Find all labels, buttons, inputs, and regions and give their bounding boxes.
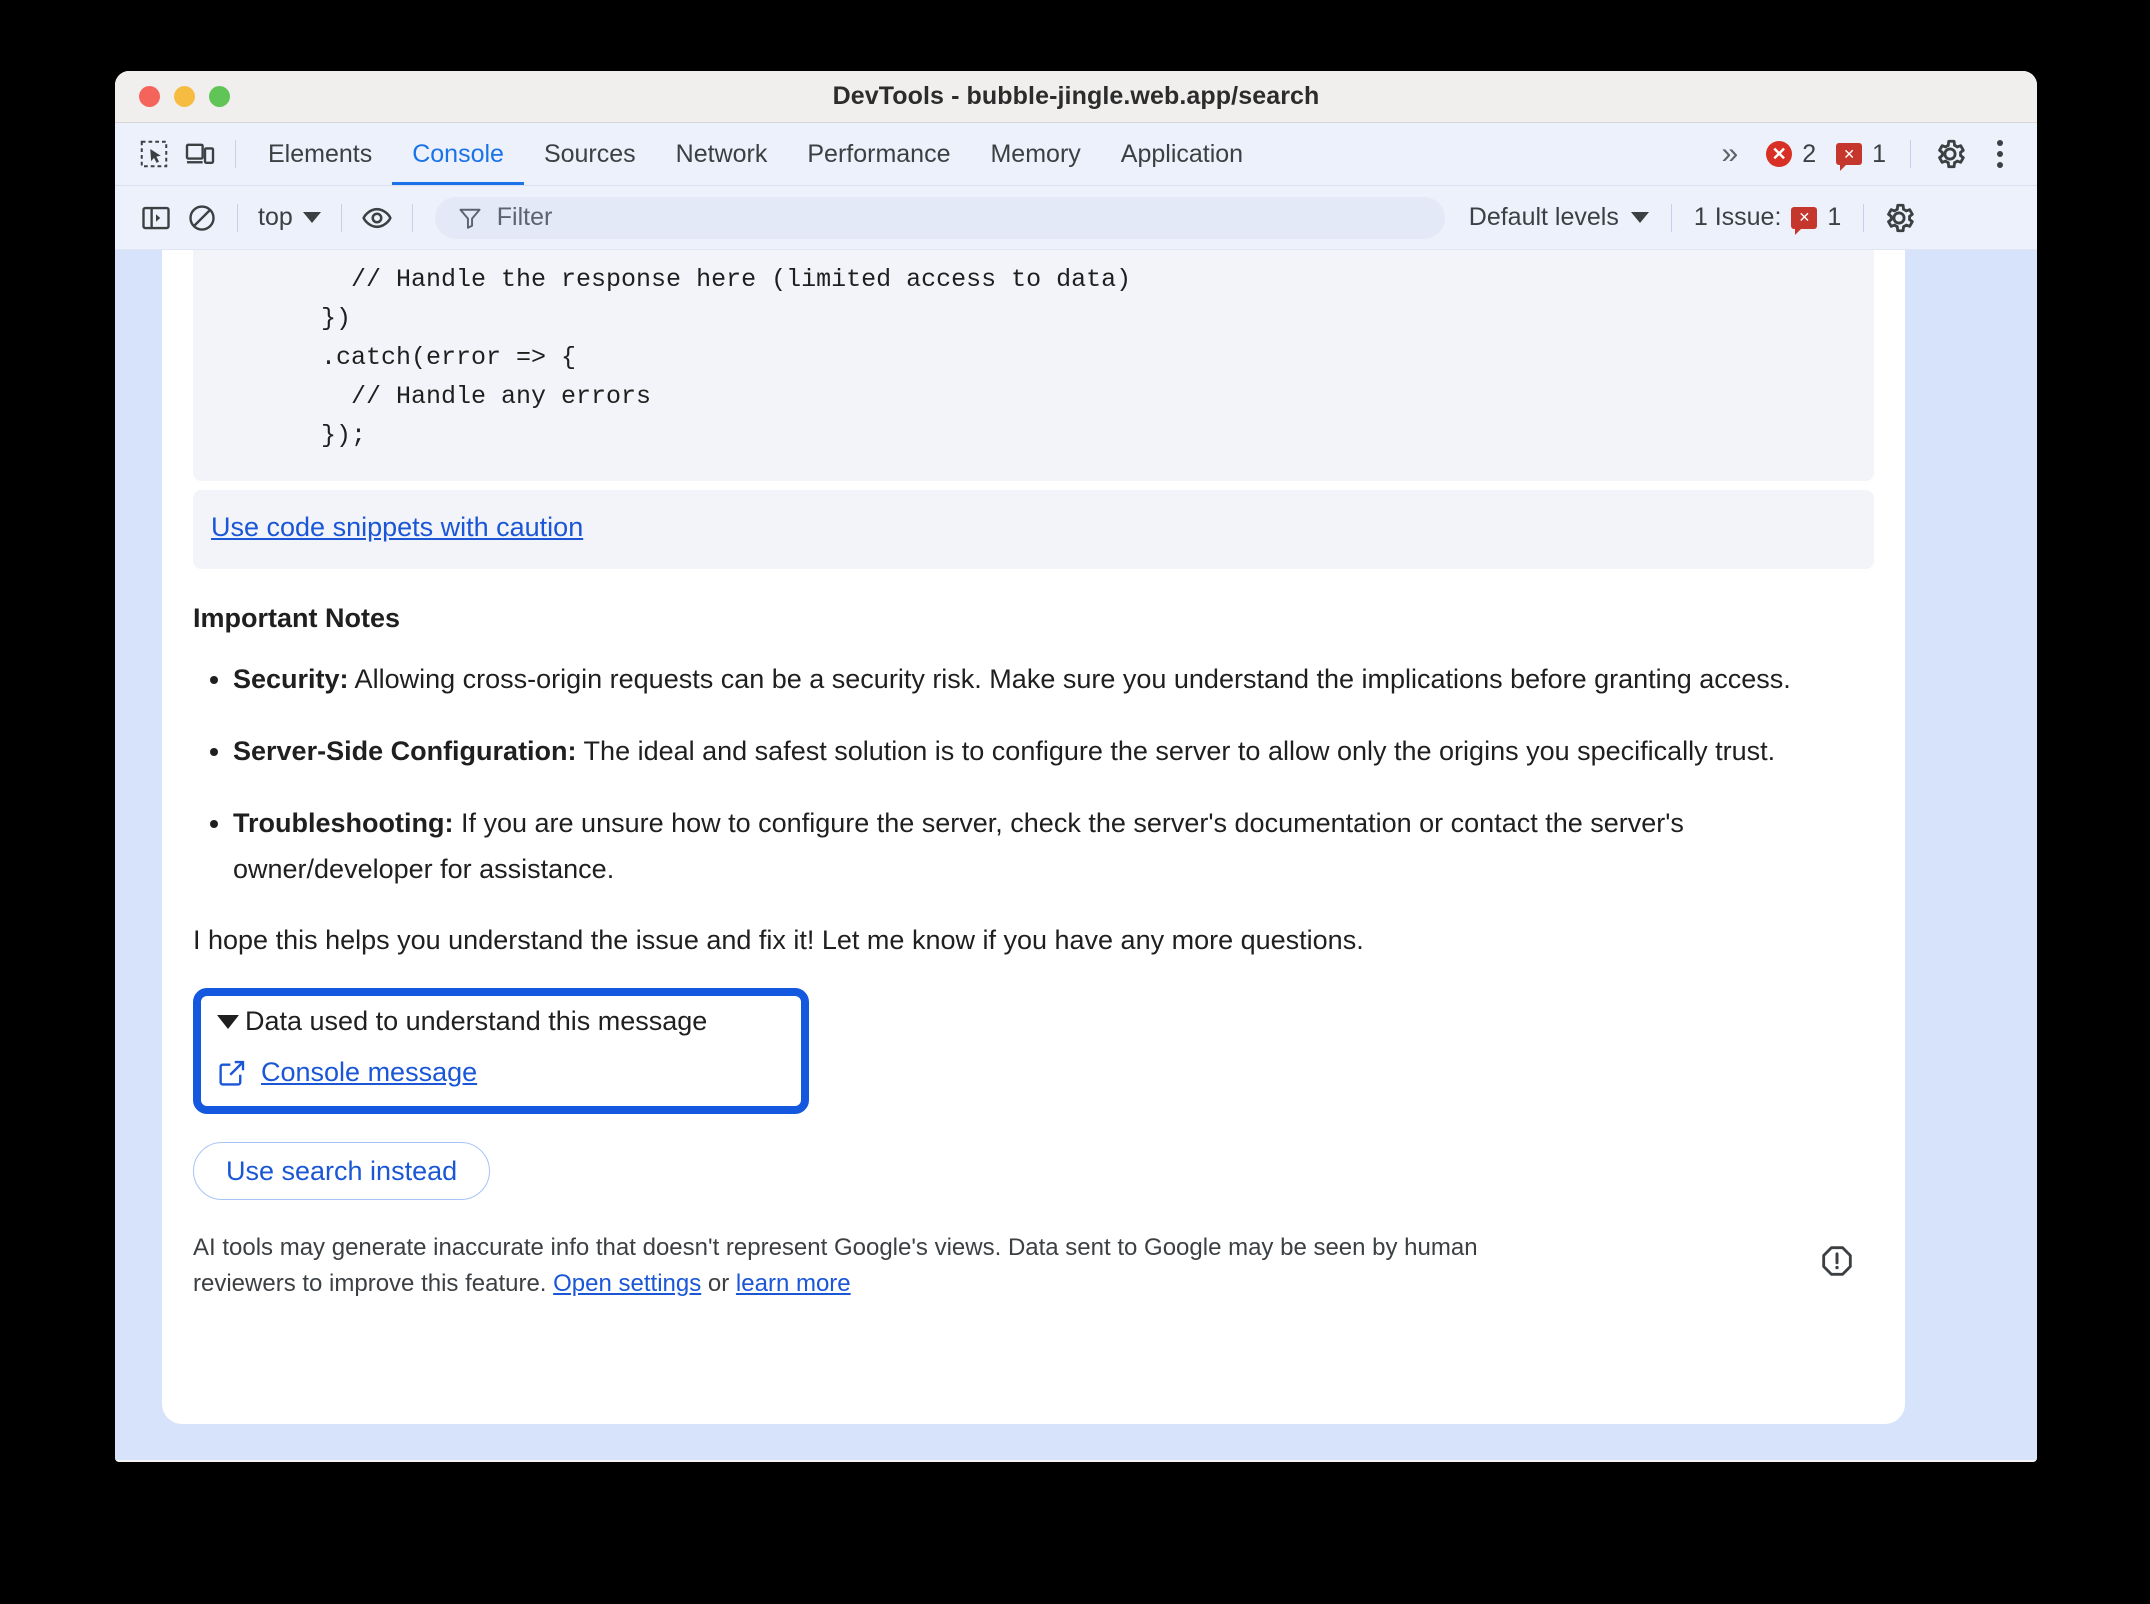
- console-sidebar-icon[interactable]: [133, 195, 179, 241]
- execution-context-value: top: [258, 203, 293, 231]
- log-levels-value: Default levels: [1468, 203, 1619, 231]
- issue-badge[interactable]: ✕ 1: [1828, 139, 1894, 171]
- console-toolbar: top Filter Default levels 1 Issue: ✕ 1: [115, 186, 2037, 250]
- inspect-element-icon[interactable]: [131, 131, 177, 177]
- issues-count: 1: [1827, 203, 1842, 231]
- chevron-down-icon: [1630, 212, 1649, 223]
- list-item: Server-Side Configuration: The ideal and…: [233, 728, 1874, 774]
- gear-icon[interactable]: [1927, 131, 1973, 177]
- insight-card: // Handle the response here (limited acc…: [162, 250, 1905, 1424]
- devtools-tabstrip: Elements Console Sources Network Perform…: [115, 123, 2037, 186]
- note-text: The ideal and safest solution is to conf…: [576, 736, 1776, 766]
- tabstrip-divider: [235, 140, 236, 168]
- tab-memory[interactable]: Memory: [970, 123, 1100, 185]
- closing-paragraph: I hope this helps you understand the iss…: [193, 925, 1364, 955]
- error-circle-icon: ✕: [1766, 141, 1793, 167]
- learn-more-link[interactable]: learn more: [736, 1270, 851, 1297]
- issues-label: 1 Issue:: [1693, 203, 1782, 231]
- clear-console-icon[interactable]: [179, 195, 225, 241]
- tab-console[interactable]: Console: [392, 123, 524, 185]
- chevron-down-icon: [302, 212, 321, 223]
- note-term: Troubleshooting:: [233, 808, 454, 838]
- filter-funnel-icon: [459, 208, 481, 229]
- note-term: Security:: [233, 664, 349, 694]
- log-levels-select[interactable]: Default levels: [1459, 203, 1659, 232]
- device-toolbar-icon[interactable]: [177, 131, 223, 177]
- list-item: Security: Allowing cross-origin requests…: [233, 656, 1874, 702]
- disclaimer-mid: or: [701, 1270, 736, 1297]
- console-insights-panel: // Handle the response here (limited acc…: [115, 250, 2037, 1460]
- execution-context-select[interactable]: top: [250, 203, 329, 232]
- console-toolbar-divider-1: [237, 203, 238, 232]
- triangle-down-icon: [217, 1014, 239, 1029]
- issue-bubble-icon: ✕: [1791, 206, 1818, 235]
- use-search-instead-button[interactable]: Use search instead: [193, 1142, 491, 1200]
- console-toolbar-divider-5: [1863, 203, 1865, 232]
- data-source-row: Console message: [217, 1057, 785, 1088]
- important-notes-heading: Important Notes: [193, 603, 401, 633]
- code-caution-link[interactable]: Use code snippets with caution: [211, 512, 583, 542]
- tabstrip-right-divider: [1910, 140, 1911, 168]
- error-count: 2: [1802, 139, 1817, 168]
- tab-elements[interactable]: Elements: [248, 123, 392, 185]
- data-used-summary[interactable]: Data used to understand this message: [217, 1006, 785, 1037]
- filter-input[interactable]: Filter: [434, 196, 1445, 239]
- external-link-icon: [219, 1060, 245, 1086]
- window-title: DevTools - bubble-jingle.web.app/search: [832, 82, 1320, 110]
- report-warning-icon[interactable]: [1820, 1244, 1854, 1283]
- console-toolbar-divider-4: [1670, 203, 1672, 232]
- issue-count: 1: [1872, 139, 1886, 168]
- important-notes-list: Security: Allowing cross-origin requests…: [193, 656, 1874, 892]
- ai-disclaimer-row: AI tools may generate inaccurate info th…: [193, 1230, 1874, 1302]
- data-used-summary-label: Data used to understand this message: [245, 1006, 708, 1036]
- issue-bubble-icon: ✕: [1836, 143, 1863, 171]
- devtools-window: DevTools - bubble-jingle.web.app/search …: [115, 71, 2037, 1462]
- tab-application[interactable]: Application: [1101, 123, 1263, 185]
- tab-performance[interactable]: Performance: [787, 123, 970, 185]
- window-titlebar: DevTools - bubble-jingle.web.app/search: [115, 71, 2037, 123]
- list-item: Troubleshooting: If you are unsure how t…: [233, 800, 1874, 892]
- filter-input-placeholder: Filter: [496, 203, 553, 231]
- caution-banner: Use code snippets with caution: [193, 490, 1874, 569]
- tab-sources[interactable]: Sources: [524, 123, 656, 185]
- gear-icon[interactable]: [1876, 195, 1922, 241]
- note-term: Server-Side Configuration:: [233, 736, 577, 766]
- kebab-menu-icon[interactable]: [1977, 131, 2023, 177]
- ai-disclaimer-text: AI tools may generate inaccurate info th…: [193, 1230, 1573, 1302]
- error-badge[interactable]: ✕ 2: [1758, 140, 1824, 169]
- insight-scroll-area[interactable]: // Handle the response here (limited acc…: [162, 250, 1905, 1424]
- console-message-link[interactable]: Console message: [261, 1057, 477, 1088]
- code-snippet: // Handle the response here (limited acc…: [193, 250, 1874, 481]
- live-expression-icon[interactable]: [354, 195, 400, 241]
- tab-network[interactable]: Network: [656, 123, 788, 185]
- data-used-disclosure[interactable]: Data used to understand this message Con…: [193, 988, 809, 1114]
- open-settings-link[interactable]: Open settings: [553, 1270, 701, 1297]
- more-tabs-chevron-icon[interactable]: »: [1706, 123, 1755, 185]
- console-toolbar-divider-2: [340, 203, 342, 232]
- console-toolbar-divider-3: [411, 203, 413, 232]
- issues-counter[interactable]: 1 Issue: ✕ 1: [1684, 203, 1851, 235]
- note-text: Allowing cross-origin requests can be a …: [348, 664, 1791, 694]
